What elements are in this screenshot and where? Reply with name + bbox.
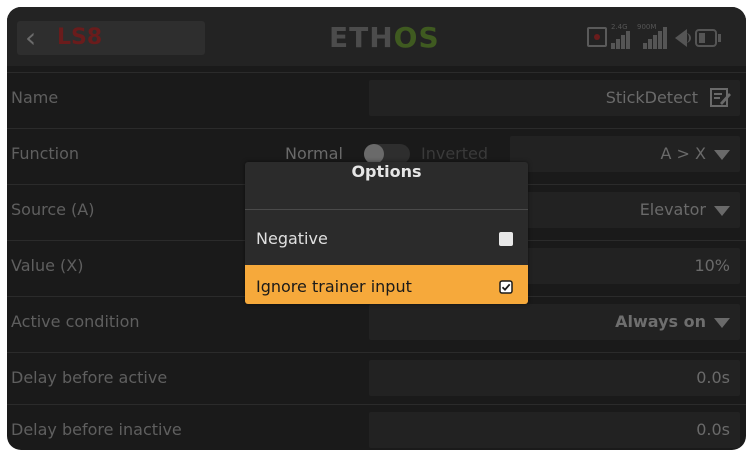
function-label: Function: [11, 144, 80, 163]
speaker-wave: [685, 33, 691, 43]
dropdown-arrow-icon: [714, 205, 730, 216]
value-label: Value (X): [11, 256, 84, 275]
name-value: StickDetect: [605, 88, 698, 107]
edit-icon[interactable]: [710, 88, 732, 108]
dropdown-arrow-icon: [714, 149, 730, 160]
name-label: Name: [11, 88, 59, 107]
function-toggle[interactable]: [364, 144, 410, 164]
rx-indicator-icon: [587, 27, 607, 47]
dialog-title: Options: [245, 162, 528, 210]
logo-accent: OS: [393, 21, 440, 54]
option-ignore-trainer-label: Ignore trainer input: [256, 277, 412, 296]
status-bar: 2.4G 900M: [587, 23, 737, 53]
active-condition-label: Active condition: [11, 312, 140, 331]
delay-active-value: 0.0s: [696, 368, 730, 387]
active-condition-value: Always on: [615, 312, 706, 331]
back-chevron-icon: ‹: [25, 21, 37, 54]
rx-label: 2.4G: [611, 23, 628, 31]
option-ignore-trainer[interactable]: Ignore trainer input: [245, 265, 528, 304]
back-button-label: LS8: [57, 25, 103, 50]
checkbox-icon[interactable]: [499, 232, 513, 246]
battery-tip: [718, 34, 721, 42]
option-negative-label: Negative: [256, 229, 328, 248]
battery-icon: [695, 29, 717, 47]
toggle-knob: [364, 144, 384, 164]
back-button[interactable]: ‹ LS8: [17, 21, 205, 55]
delay-inactive-value: 0.0s: [696, 420, 730, 439]
option-negative[interactable]: Negative: [245, 217, 528, 261]
row-name: Name StickDetect: [7, 72, 746, 123]
checkbox-checked-icon[interactable]: [499, 280, 513, 294]
delay-active-label: Delay before active: [11, 368, 168, 387]
tx-label: 900M: [637, 23, 657, 31]
radio-screen: ‹ LS8 ETHOS 2.4G 900M Name StickDetect F…: [7, 7, 746, 450]
active-condition-dropdown[interactable]: Always on: [369, 304, 740, 340]
delay-inactive-field[interactable]: 0.0s: [369, 412, 740, 448]
value-value: 10%: [694, 256, 730, 275]
function-dropdown[interactable]: A > X: [510, 136, 740, 172]
row-delay-active: Delay before active 0.0s: [7, 352, 746, 403]
delay-inactive-label: Delay before inactive: [11, 420, 182, 439]
row-delay-inactive: Delay before inactive 0.0s: [7, 404, 746, 450]
ethos-logo: ETHOS: [329, 21, 440, 54]
delay-active-field[interactable]: 0.0s: [369, 360, 740, 396]
source-value: Elevator: [639, 200, 706, 219]
name-field[interactable]: StickDetect: [369, 80, 740, 116]
top-bar: ‹ LS8 ETHOS 2.4G 900M: [7, 7, 746, 66]
dropdown-arrow-icon: [714, 317, 730, 328]
options-dialog: Options Negative Ignore trainer input: [245, 162, 528, 304]
source-label: Source (A): [11, 200, 95, 219]
function-value: A > X: [660, 144, 706, 163]
logo-main: ETH: [329, 21, 394, 54]
